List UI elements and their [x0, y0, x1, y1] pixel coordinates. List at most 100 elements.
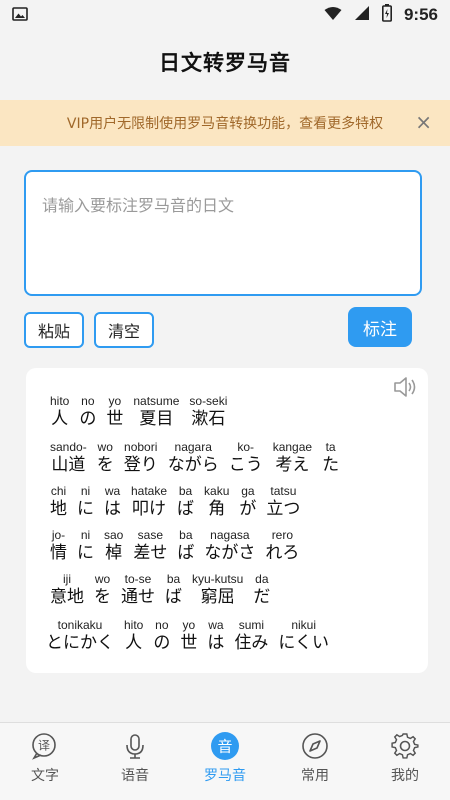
annotated-word: to-se 通せ — [121, 572, 155, 608]
japanese-word: だ — [253, 587, 271, 607]
romaji-reading: wo — [94, 572, 111, 586]
signal-icon — [354, 5, 370, 25]
vip-banner[interactable]: VIP用户无限制使用罗马音转换功能，查看更多特权 × — [0, 100, 450, 146]
romaji-reading: wa — [104, 484, 121, 498]
romaji-reading: sase — [137, 528, 164, 542]
romaji-reading: to-se — [124, 572, 152, 586]
japanese-text-input[interactable]: 请输入要标注罗马音的日文 — [24, 170, 422, 296]
svg-text:译: 译 — [38, 739, 50, 753]
japanese-word: 差せ — [133, 543, 168, 563]
annotated-word: kyu-kutsu 窮屈 — [192, 572, 243, 608]
annotated-word: ba ば — [165, 572, 182, 608]
romaji-reading: iji — [63, 572, 71, 586]
annotated-word: nagasa ながさ — [204, 528, 255, 564]
japanese-word: にくい — [278, 633, 330, 653]
annotated-word: wa は — [207, 618, 224, 654]
tab-voice[interactable]: 语音 — [95, 731, 175, 785]
result-card: hito 人 no の yo 世 natsume 夏目 so-seki 漱石 sando- 山道 wo を… — [26, 368, 428, 673]
japanese-word: 情 — [50, 543, 67, 563]
japanese-word: ば — [165, 587, 182, 607]
japanese-word: ば — [177, 543, 195, 563]
annotate-button[interactable]: 标注 — [348, 307, 412, 347]
romaji-reading: ga — [241, 484, 255, 498]
translate-icon: 译 — [30, 731, 60, 761]
annotated-word: sao 棹 — [104, 528, 123, 564]
romaji-reading: no — [155, 618, 169, 632]
annotated-word: wa は — [104, 484, 121, 520]
annotated-word: no の — [79, 394, 96, 430]
tab-text[interactable]: 译 文字 — [5, 731, 85, 785]
annotated-word: ni に — [77, 528, 94, 564]
paste-button[interactable]: 粘贴 — [24, 312, 84, 348]
clear-button[interactable]: 清空 — [94, 312, 154, 348]
romaji-reading: sao — [104, 528, 124, 542]
romaji-reading: natsume — [133, 394, 180, 408]
japanese-word: は — [207, 633, 225, 653]
japanese-word: に — [77, 499, 94, 519]
romaji-reading: wa — [208, 618, 224, 632]
clock-time: 9:56 — [403, 5, 438, 24]
speaker-icon[interactable] — [392, 374, 418, 400]
tab-mine[interactable]: 我的 — [365, 731, 445, 785]
annotated-word: kangae 考え — [273, 440, 312, 476]
romaji-reading: so-seki — [189, 394, 228, 408]
romaji-reading: ta — [325, 440, 336, 454]
page-title: 日文转罗马音 — [159, 51, 291, 75]
annotated-word: kaku 角 — [204, 484, 229, 520]
japanese-word: 立つ — [266, 499, 301, 519]
annotated-word: natsume 夏目 — [133, 394, 179, 430]
japanese-word: 角 — [208, 499, 226, 519]
tab-label: 罗马音 — [204, 768, 246, 784]
tab-common[interactable]: 常用 — [275, 731, 355, 785]
japanese-word: 夏目 — [139, 409, 174, 429]
annotated-line: sando- 山道 wo を nobori 登り nagara ながら ko- こう kangae 考… — [50, 440, 349, 476]
wifi-icon — [324, 6, 342, 25]
annotated-word: ta た — [322, 440, 339, 476]
annotated-word: da だ — [253, 572, 270, 608]
japanese-word: を — [94, 587, 111, 607]
romaji-icon: 音 — [210, 731, 240, 761]
close-icon[interactable]: × — [415, 110, 432, 134]
japanese-word: 窮屈 — [200, 587, 235, 607]
japanese-word: の — [153, 633, 171, 653]
japanese-word: 棹 — [105, 543, 123, 563]
annotated-word: sumi 住み — [234, 618, 268, 654]
romaji-reading: sando- — [50, 440, 87, 454]
romaji-reading: kangae — [272, 440, 313, 454]
japanese-word: こう — [228, 455, 263, 475]
tab-label: 常用 — [301, 768, 329, 784]
annotated-word: hito 人 — [50, 394, 69, 430]
input-placeholder: 请输入要标注罗马音的日文 — [42, 196, 235, 215]
tab-label: 我的 — [391, 768, 419, 784]
romaji-reading: nobori — [124, 440, 158, 454]
annotated-word: yo 世 — [180, 618, 197, 654]
romaji-reading: ni — [80, 528, 91, 542]
romaji-reading: ba — [166, 572, 181, 586]
romaji-reading: kyu-kutsu — [192, 572, 244, 586]
japanese-word: れろ — [265, 543, 300, 563]
gear-icon — [390, 731, 420, 761]
japanese-word: 人 — [51, 409, 69, 429]
romaji-reading: nagasa — [210, 528, 250, 542]
romaji-reading: ko- — [237, 440, 255, 454]
annotated-line: chi 地 ni に wa は hatake 叩け ba ば kaku 角 ga が tatsu 立つ — [50, 484, 310, 520]
annotated-word: wo を — [97, 440, 114, 476]
romaji-reading: nagara — [174, 440, 212, 454]
japanese-word: が — [239, 499, 257, 519]
annotated-word: no の — [153, 618, 170, 654]
tab-romaji[interactable]: 音 罗马音 — [185, 731, 265, 785]
romaji-reading: yo — [108, 394, 122, 408]
vip-banner-text[interactable]: VIP用户无限制使用罗马音转换功能，查看更多特权 — [67, 113, 383, 133]
status-right: 9:56 — [324, 4, 438, 26]
japanese-word: た — [322, 455, 340, 475]
annotated-word: ga が — [239, 484, 256, 520]
romaji-reading: nikui — [291, 618, 317, 632]
annotated-word: sase 差せ — [133, 528, 167, 564]
annotated-word: yo 世 — [106, 394, 123, 430]
japanese-word: とにかく — [46, 633, 114, 653]
tab-label: 语音 — [121, 768, 149, 784]
svg-text:音: 音 — [217, 738, 232, 756]
annotated-word: nikui にくい — [278, 618, 329, 654]
annotated-word: hito 人 — [124, 618, 143, 654]
romaji-reading: sumi — [238, 618, 265, 632]
